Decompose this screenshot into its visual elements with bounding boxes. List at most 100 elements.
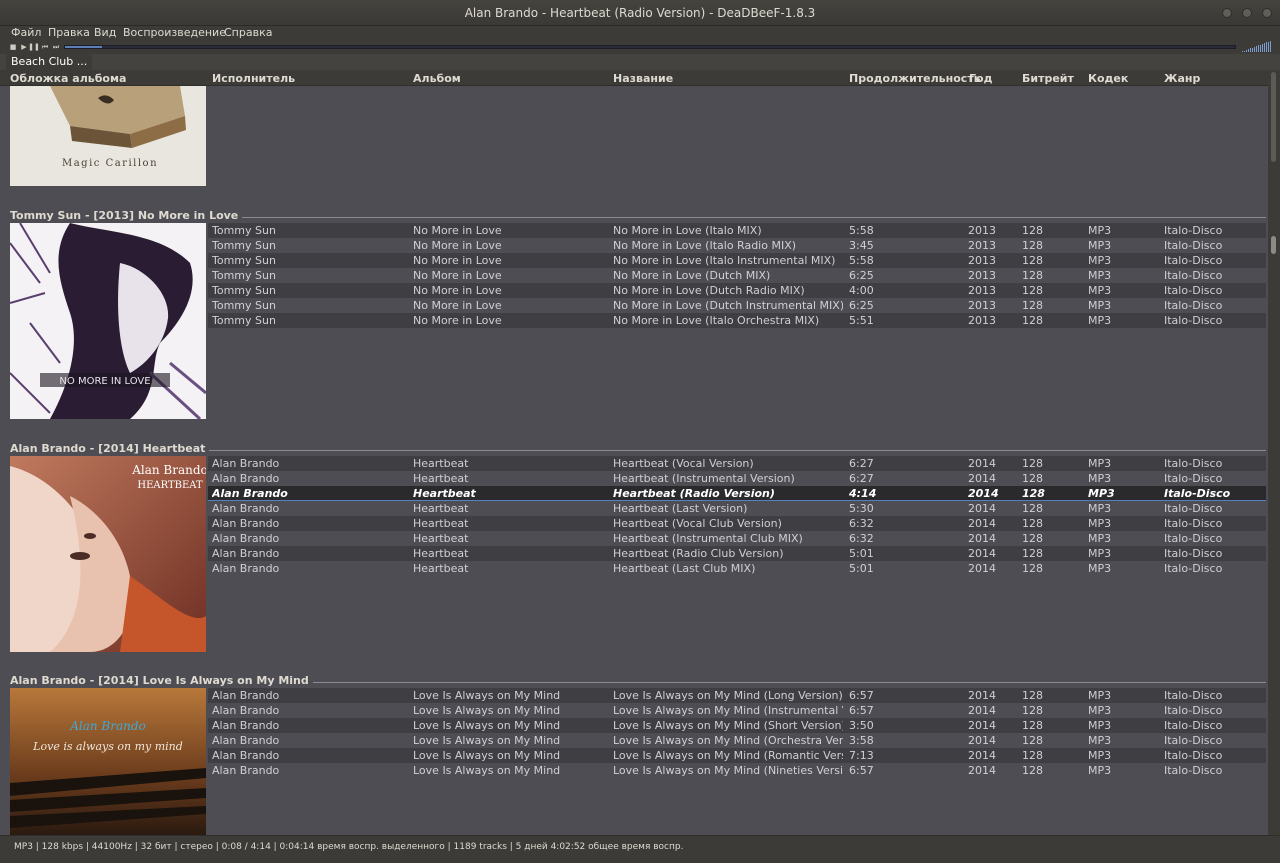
track-row[interactable]: Alan Brando Love Is Always on My Mind Love… bbox=[208, 748, 1266, 763]
track-row[interactable]: Alan Brando Heartbeat Heartbeat (Instrumen… bbox=[208, 531, 1266, 546]
minimize-icon[interactable] bbox=[1222, 8, 1232, 18]
track-artist: Alan Brando bbox=[212, 502, 280, 515]
track-duration: 5:01 bbox=[849, 547, 874, 560]
menu-file[interactable]: Файл bbox=[11, 26, 41, 40]
track-title: Love Is Always on My Mind (Short Version… bbox=[613, 719, 843, 732]
volume-level-bar bbox=[1264, 43, 1265, 52]
volume-level-bar bbox=[1266, 42, 1267, 52]
track-album: Heartbeat bbox=[413, 457, 469, 470]
track-row[interactable]: Alan Brando Heartbeat Heartbeat (Vocal Clu… bbox=[208, 516, 1266, 531]
track-genre: Italo-Disco bbox=[1164, 562, 1223, 575]
col-year[interactable]: Год bbox=[969, 72, 992, 85]
col-codec[interactable]: Кодек bbox=[1088, 72, 1128, 85]
col-duration[interactable]: Продолжительность bbox=[849, 72, 981, 85]
maximize-icon[interactable] bbox=[1242, 8, 1252, 18]
track-duration: 6:25 bbox=[849, 269, 874, 282]
play-icon[interactable]: ▶ bbox=[20, 43, 28, 51]
track-codec: MP3 bbox=[1088, 457, 1112, 470]
track-row-playing[interactable]: Alan Brando Heartbeat Heartbeat (Radio Ver… bbox=[208, 486, 1266, 501]
track-title: Heartbeat (Last Club MIX) bbox=[613, 562, 756, 575]
track-genre: Italo-Disco bbox=[1164, 224, 1223, 237]
track-duration: 5:30 bbox=[849, 502, 874, 515]
track-year: 2013 bbox=[968, 314, 996, 327]
col-genre[interactable]: Жанр bbox=[1164, 72, 1200, 85]
track-title: No More in Love (Italo MIX) bbox=[613, 224, 762, 237]
track-codec: MP3 bbox=[1088, 734, 1112, 747]
track-row[interactable]: Tommy Sun No More in Love No More in Love … bbox=[208, 268, 1266, 283]
track-row[interactable]: Alan Brando Heartbeat Heartbeat (Instrumen… bbox=[208, 471, 1266, 486]
track-artist: Tommy Sun bbox=[212, 269, 276, 282]
menu-help[interactable]: Справка bbox=[224, 26, 272, 40]
track-codec: MP3 bbox=[1088, 532, 1112, 545]
track-year: 2014 bbox=[968, 764, 996, 777]
track-bitrate: 128 bbox=[1022, 532, 1043, 545]
track-genre: Italo-Disco bbox=[1164, 532, 1223, 545]
track-row[interactable]: Alan Brando Love Is Always on My Mind Love… bbox=[208, 718, 1266, 733]
volume-bar[interactable] bbox=[1242, 41, 1272, 52]
track-row[interactable]: Tommy Sun No More in Love No More in Love … bbox=[208, 223, 1266, 238]
track-codec: MP3 bbox=[1088, 689, 1112, 702]
track-year: 2014 bbox=[968, 562, 996, 575]
playlist[interactable]: Magic Carillon Tommy Sun - [2013] No Mor… bbox=[0, 86, 1268, 835]
track-row[interactable]: Tommy Sun No More in Love No More in Love … bbox=[208, 298, 1266, 313]
menu-playback[interactable]: Воспроизведение bbox=[123, 26, 226, 40]
track-year: 2014 bbox=[968, 734, 996, 747]
track-row[interactable]: Tommy Sun No More in Love No More in Love … bbox=[208, 253, 1266, 268]
stop-icon[interactable]: ■ bbox=[9, 43, 17, 51]
previous-icon[interactable]: ⏮ bbox=[41, 43, 49, 51]
col-artist[interactable]: Исполнитель bbox=[212, 72, 295, 85]
track-title: Heartbeat (Vocal Club Version) bbox=[613, 517, 782, 530]
volume-level-bar bbox=[1244, 51, 1245, 52]
track-artist: Alan Brando bbox=[212, 704, 280, 717]
scrollbar-thumb[interactable] bbox=[1271, 236, 1276, 254]
track-title: No More in Love (Dutch Radio MIX) bbox=[613, 284, 805, 297]
col-bitrate[interactable]: Битрейт bbox=[1022, 72, 1074, 85]
close-icon[interactable] bbox=[1262, 8, 1272, 18]
track-row[interactable]: Tommy Sun No More in Love No More in Love … bbox=[208, 238, 1266, 253]
track-artist: Tommy Sun bbox=[212, 239, 276, 252]
track-row[interactable]: Alan Brando Love Is Always on My Mind Love… bbox=[208, 703, 1266, 718]
track-row[interactable]: Alan Brando Heartbeat Heartbeat (Vocal Ver… bbox=[208, 456, 1266, 471]
playlist-tabs: Beach Club ... bbox=[0, 54, 1280, 70]
col-album-art[interactable]: Обложка альбома bbox=[10, 72, 126, 85]
track-year: 2013 bbox=[968, 299, 996, 312]
track-row[interactable]: Alan Brando Love Is Always on My Mind Love… bbox=[208, 763, 1266, 778]
track-bitrate: 128 bbox=[1022, 269, 1043, 282]
col-album[interactable]: Альбом bbox=[413, 72, 461, 85]
track-year: 2014 bbox=[968, 502, 996, 515]
playlist-scrollbar[interactable] bbox=[1268, 70, 1280, 835]
track-album: Heartbeat bbox=[413, 502, 469, 515]
track-codec: MP3 bbox=[1088, 472, 1112, 485]
track-row[interactable]: Alan Brando Heartbeat Heartbeat (Radio Clu… bbox=[208, 546, 1266, 561]
track-duration: 7:13 bbox=[849, 749, 874, 762]
next-icon[interactable]: ⏭ bbox=[52, 43, 60, 51]
track-title: Heartbeat (Instrumental Club MIX) bbox=[613, 532, 803, 545]
track-artist: Tommy Sun bbox=[212, 299, 276, 312]
menu-edit[interactable]: Правка bbox=[48, 26, 90, 40]
seek-bar[interactable] bbox=[64, 45, 1236, 49]
track-row[interactable]: Alan Brando Heartbeat Heartbeat (Last Club… bbox=[208, 561, 1266, 576]
track-row[interactable]: Alan Brando Love Is Always on My Mind Love… bbox=[208, 688, 1266, 703]
track-genre: Italo-Disco bbox=[1164, 749, 1223, 762]
menu-view[interactable]: Вид bbox=[94, 26, 116, 40]
col-title[interactable]: Название bbox=[613, 72, 673, 85]
track-row[interactable]: Alan Brando Heartbeat Heartbeat (Last Vers… bbox=[208, 501, 1266, 516]
track-genre: Italo-Disco bbox=[1164, 547, 1223, 560]
track-year: 2014 bbox=[968, 749, 996, 762]
track-album: No More in Love bbox=[413, 224, 502, 237]
track-bitrate: 128 bbox=[1022, 547, 1043, 560]
track-album: Love Is Always on My Mind bbox=[413, 719, 561, 732]
track-title: Heartbeat (Radio Club Version) bbox=[613, 547, 784, 560]
track-title: Love Is Always on My Mind (Long Version) bbox=[613, 689, 843, 702]
track-title: No More in Love (Italo Radio MIX) bbox=[613, 239, 797, 252]
playlist-tab[interactable]: Beach Club ... bbox=[6, 54, 93, 70]
group-header: Alan Brando - [2014] Heartbeat bbox=[0, 442, 1268, 456]
track-album: Heartbeat bbox=[413, 517, 469, 530]
track-row[interactable]: Alan Brando Love Is Always on My Mind Love… bbox=[208, 733, 1266, 748]
track-duration: 6:32 bbox=[849, 532, 874, 545]
track-year: 2014 bbox=[968, 719, 996, 732]
pause-icon[interactable]: ❚❚ bbox=[28, 43, 40, 51]
track-row[interactable]: Tommy Sun No More in Love No More in Love … bbox=[208, 313, 1266, 328]
track-row[interactable]: Tommy Sun No More in Love No More in Love … bbox=[208, 283, 1266, 298]
track-title: No More in Love (Dutch MIX) bbox=[613, 269, 771, 282]
